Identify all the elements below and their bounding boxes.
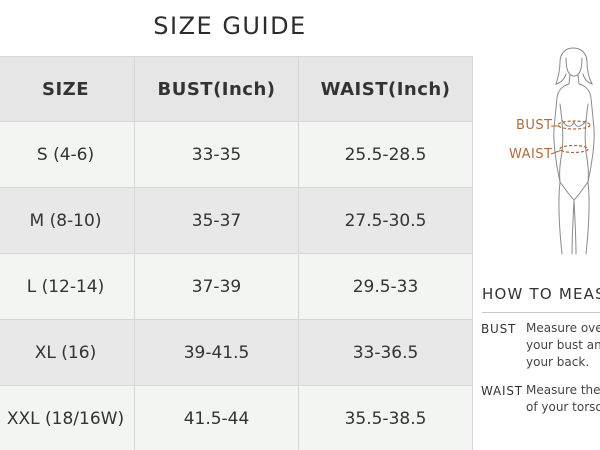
- waist-cell: 27.5-30.5: [298, 187, 473, 254]
- waist-callout-label: WAIST: [509, 147, 553, 162]
- how-to-measure-title: HOW TO MEAS: [482, 285, 600, 303]
- bust-cell: 41.5-44: [134, 385, 299, 450]
- description-line: Measure the: [526, 383, 600, 397]
- waist-cell: 33-36.5: [298, 319, 473, 386]
- waist-cell: 35.5-38.5: [298, 385, 473, 450]
- waist-description: Measure the of your torso: [526, 382, 600, 416]
- size-table: SIZE BUST(Inch) WAIST(Inch) S (4-6) 33-3…: [0, 56, 473, 450]
- header-bust: BUST(Inch): [134, 56, 299, 122]
- section-divider: [482, 312, 600, 313]
- table-row: M (8-10) 35-37 27.5-30.5: [0, 187, 473, 254]
- size-cell: XL (16): [0, 319, 135, 386]
- table-row: L (12-14) 37-39 29.5-33: [0, 253, 473, 320]
- table-header-row: SIZE BUST(Inch) WAIST(Inch): [0, 56, 473, 122]
- table-row: XL (16) 39-41.5 33-36.5: [0, 319, 473, 386]
- bust-term: BUST: [481, 322, 517, 336]
- size-cell: XXL (18/16W): [0, 385, 135, 450]
- bust-cell: 37-39: [134, 253, 299, 320]
- size-cell: L (12-14): [0, 253, 135, 320]
- table-row: XXL (18/16W) 41.5-44 35.5-38.5: [0, 385, 473, 450]
- bust-cell: 35-37: [134, 187, 299, 254]
- waist-cell: 25.5-28.5: [298, 121, 473, 188]
- size-cell: M (8-10): [0, 187, 135, 254]
- bust-cell: 39-41.5: [134, 319, 299, 386]
- description-line: your back.: [526, 355, 590, 369]
- header-size: SIZE: [0, 56, 135, 122]
- header-waist: WAIST(Inch): [298, 56, 473, 122]
- description-line: your bust and: [526, 338, 600, 352]
- waist-cell: 29.5-33: [298, 253, 473, 320]
- bust-cell: 33-35: [134, 121, 299, 188]
- page-title: SIZE GUIDE: [153, 12, 307, 40]
- size-cell: S (4-6): [0, 121, 135, 188]
- bust-callout-label: BUST: [516, 118, 553, 133]
- size-guide-page: SIZE GUIDE SIZE BUST(Inch) WAIST(Inch) S…: [0, 0, 600, 450]
- table-row: S (4-6) 33-35 25.5-28.5: [0, 121, 473, 188]
- bust-description: Measure over your bust and your back.: [526, 320, 600, 371]
- description-line: Measure over: [526, 321, 600, 335]
- waist-term: WAIST: [481, 384, 523, 398]
- description-line: of your torso: [526, 400, 600, 414]
